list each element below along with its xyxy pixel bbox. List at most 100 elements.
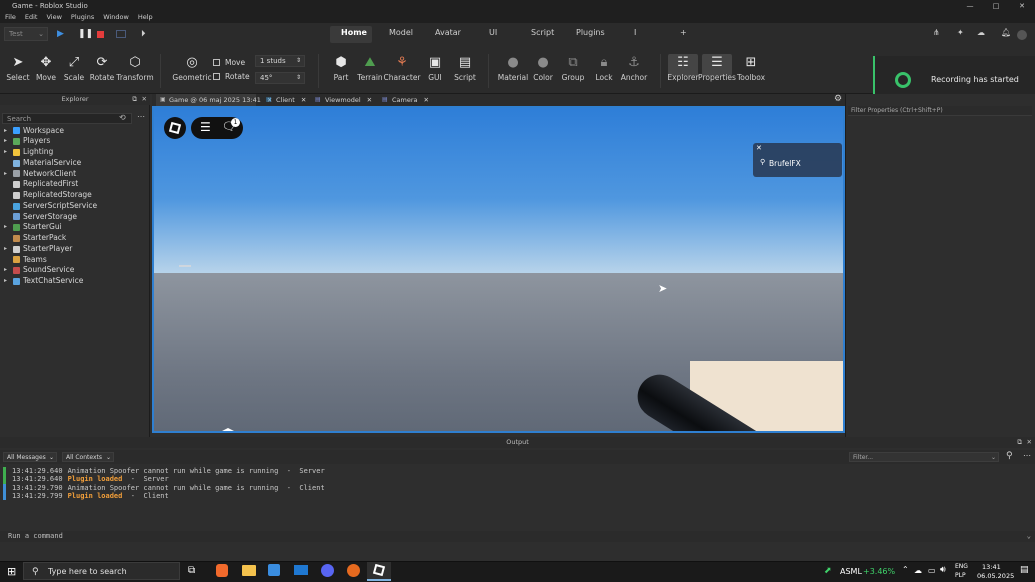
tree-item[interactable]: ▸ Lighting (4, 147, 53, 158)
menu-view[interactable]: View (46, 12, 61, 23)
tree-item[interactable]: StarterPack (4, 233, 66, 244)
network-icon[interactable]: ▭ (928, 566, 936, 575)
step-icon[interactable]: ⏵ (141, 29, 146, 39)
tree-item[interactable]: MaterialService (4, 158, 81, 169)
windows-start-icon[interactable]: ⊞ (7, 565, 16, 578)
tab-ui[interactable]: UI (489, 28, 497, 37)
explorer-search-input[interactable]: Search (2, 113, 132, 124)
undock-icon[interactable]: ⧉ (132, 94, 137, 105)
tree-item[interactable]: ReplicatedFirst (4, 179, 78, 190)
menu-edit[interactable]: Edit (25, 12, 38, 23)
tab-script[interactable]: Script (531, 28, 554, 37)
mail-icon[interactable] (294, 565, 308, 575)
tree-item[interactable]: ServerScriptService (4, 201, 97, 212)
tree-item[interactable]: ▸ StarterGui (4, 222, 62, 233)
pause-icon[interactable]: ❚❚ (78, 29, 93, 39)
chevron-right-icon[interactable]: ▸ (4, 169, 10, 180)
clear-output-icon[interactable]: ⚲ (1006, 451, 1013, 461)
history-icon[interactable]: ⟲ (119, 113, 126, 122)
menu-file[interactable]: File (5, 12, 16, 23)
tree-item[interactable]: ServerStorage (4, 212, 77, 223)
script-button[interactable]: ▤ Script (445, 56, 485, 83)
menu-window[interactable]: Window (103, 12, 129, 23)
tree-item[interactable]: ▸ TextChatService (4, 276, 83, 287)
rotate-snap-checkbox[interactable] (213, 73, 220, 80)
language-top[interactable]: ENG (955, 563, 968, 570)
store-icon[interactable] (268, 564, 280, 576)
maximize-button[interactable]: □ (983, 0, 1009, 12)
menu-plugins[interactable]: Plugins (71, 12, 94, 23)
tree-item[interactable]: ▸ Workspace (4, 126, 64, 137)
brave-icon[interactable] (216, 564, 228, 577)
chevron-right-icon[interactable]: ▸ (4, 136, 10, 147)
clock-time[interactable]: 13:41 (982, 563, 1001, 571)
doc-tab-game[interactable]: ▣ Game @ 06 maj 2025 13:41 ✕ (157, 94, 272, 106)
tree-item[interactable]: ▸ NetworkClient (4, 169, 76, 180)
chevron-right-icon[interactable]: ▸ (4, 276, 10, 287)
chevron-down-icon[interactable]: ⌄ (1027, 531, 1031, 542)
properties-filter-input[interactable]: Filter Properties (Ctrl+Shift+P) (848, 106, 1032, 116)
share-icon[interactable]: ⋔ (933, 28, 940, 37)
chevron-right-icon[interactable]: ▸ (4, 147, 10, 158)
undock-icon[interactable]: ⧉ (1017, 437, 1022, 448)
language-bottom[interactable]: PLP (955, 572, 966, 579)
close-icon[interactable]: ✕ (1027, 437, 1032, 448)
log-line[interactable]: 13:41:29.790 Animation Spoofer cannot run… (12, 484, 325, 492)
transform-tool[interactable]: ⬡ Transform (115, 56, 155, 83)
game-viewport[interactable]: ☰ 🗨︎ 1 ✕ ⚲ BrufelFX ➤ (152, 106, 845, 433)
doc-tab-viewmodel[interactable]: ▤ Viewmodel ✕ (313, 94, 372, 106)
file-explorer-icon[interactable] (242, 565, 256, 576)
doc-tab-client[interactable]: ▤ Client ✕ (264, 94, 306, 106)
chevron-right-icon[interactable]: ▸ (4, 222, 10, 233)
task-view-icon[interactable]: ⧉ (188, 565, 195, 576)
volume-icon[interactable]: 🔊︎ (940, 565, 946, 575)
gear-icon[interactable]: ⚙ (834, 94, 842, 104)
roblox-menu-button[interactable] (164, 117, 186, 139)
log-line[interactable]: 13:41:29.640 Animation Spoofer cannot run… (12, 467, 325, 475)
geometric-dropdown[interactable]: ◎ Geometric (170, 56, 214, 83)
doc-tab-camera[interactable]: ▤ Camera ✕ (380, 94, 429, 106)
close-icon[interactable]: ✕ (424, 96, 429, 104)
play-mode-dropdown[interactable]: Test ⌄ (4, 27, 48, 41)
tree-item[interactable]: ▸ StarterPlayer (4, 244, 72, 255)
tree-item[interactable]: ReplicatedStorage (4, 190, 92, 201)
close-icon[interactable]: ✕ (142, 94, 147, 105)
move-snap-checkbox[interactable] (213, 59, 220, 66)
toolbox-button[interactable]: ⊞ Toolbox (731, 56, 771, 83)
close-icon[interactable]: ✕ (301, 96, 306, 104)
stop-icon[interactable] (97, 31, 104, 38)
anchor-button[interactable]: ⚓ Anchor (614, 56, 654, 83)
close-icon[interactable]: ✕ (756, 144, 762, 152)
tree-item[interactable]: ▸ SoundService (4, 265, 74, 276)
tray-chevron-up-icon[interactable]: ⌃ (902, 565, 909, 574)
more-icon[interactable]: ⋯ (1023, 451, 1031, 460)
chevron-right-icon[interactable]: ▸ (4, 126, 10, 137)
stock-name[interactable]: ASML (840, 567, 862, 576)
add-tab-icon[interactable]: + (680, 28, 687, 37)
notification-icon[interactable]: 🔔︎ (1001, 28, 1011, 37)
tree-item[interactable]: ▸ Players (4, 136, 50, 147)
more-icon[interactable]: ⋯ (137, 112, 145, 121)
tree-item[interactable]: Teams (4, 255, 47, 266)
minimize-button[interactable]: — (957, 0, 983, 12)
avatar[interactable] (1017, 30, 1027, 40)
contexts-filter-dropdown[interactable]: All Contexts ⌄ (62, 452, 114, 462)
log-line[interactable]: 13:41:29.640 Plugin loaded - Server (12, 475, 169, 483)
tray-app-icon[interactable]: ☁ (914, 566, 922, 575)
play-icon[interactable]: ▶ (57, 29, 64, 39)
studs-input[interactable]: 1 studs ⇕ (255, 55, 305, 67)
log-line[interactable]: 13:41:29.799 Plugin loaded - Client (12, 492, 169, 500)
close-icon[interactable]: ✕ (367, 96, 372, 104)
tab-plugins[interactable]: Plugins (576, 28, 605, 37)
chevron-right-icon[interactable]: ▸ (4, 265, 10, 276)
taskbar-search-input[interactable]: ⚲ Type here to search (23, 562, 180, 580)
messages-filter-dropdown[interactable]: All Messages ⌄ (3, 452, 57, 462)
command-bar-input[interactable]: Run a command ⌄ (0, 531, 1035, 542)
tab-model[interactable]: Model (389, 28, 413, 37)
clock-date[interactable]: 06.05.2025 (977, 572, 1014, 580)
close-window-button[interactable]: ✕ (1009, 0, 1035, 12)
firefox-icon[interactable] (347, 564, 360, 577)
discord-icon[interactable] (321, 564, 334, 577)
hamburger-icon[interactable]: ☰ (200, 120, 211, 134)
tab-overflow[interactable]: I (634, 28, 636, 37)
